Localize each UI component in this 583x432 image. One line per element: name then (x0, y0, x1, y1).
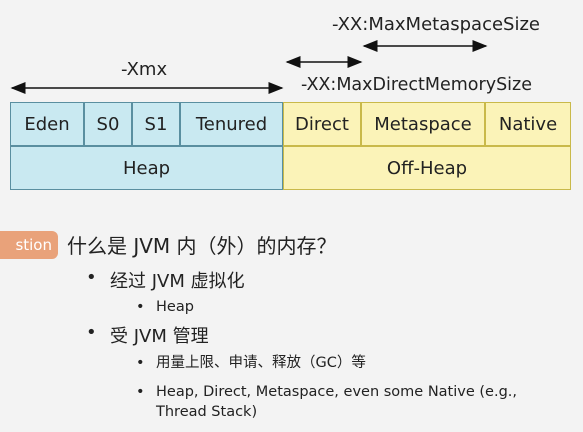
memory-group-row: Heap Off-Heap (10, 146, 571, 190)
max-metaspace-label: -XX:MaxMetaspaceSize (332, 14, 540, 35)
bullet-virtualized: 经过 JVM 虚拟化 (86, 267, 245, 293)
group-heap: Heap (10, 146, 283, 190)
region-native: Native (485, 102, 571, 146)
sub-bullet-areas: Heap, Direct, Metaspace, even some Nativ… (136, 381, 517, 403)
bullet-managed: 受 JVM 管理 (86, 322, 209, 348)
question-text: 什么是 JVM 内（外）的内存？ (67, 234, 337, 258)
sub-bullet-areas-cont: Thread Stack) (156, 404, 258, 420)
group-off-heap: Off-Heap (283, 146, 571, 190)
region-s1: S1 (132, 102, 180, 146)
memory-region-row: Eden S0 S1 Tenured Direct Metaspace Nati… (10, 102, 571, 146)
xmx-label: -Xmx (121, 59, 168, 80)
region-s0: S0 (84, 102, 132, 146)
max-direct-label: -XX:MaxDirectMemorySize (301, 75, 532, 95)
region-metaspace: Metaspace (361, 102, 485, 146)
region-tenured: Tenured (180, 102, 283, 146)
region-eden: Eden (10, 102, 84, 146)
question-badge: stion (0, 231, 58, 259)
sub-bullet-heap: Heap (136, 296, 194, 318)
sub-bullet-limits: 用量上限、申请、释放（GC）等 (136, 352, 366, 374)
region-direct: Direct (283, 102, 361, 146)
